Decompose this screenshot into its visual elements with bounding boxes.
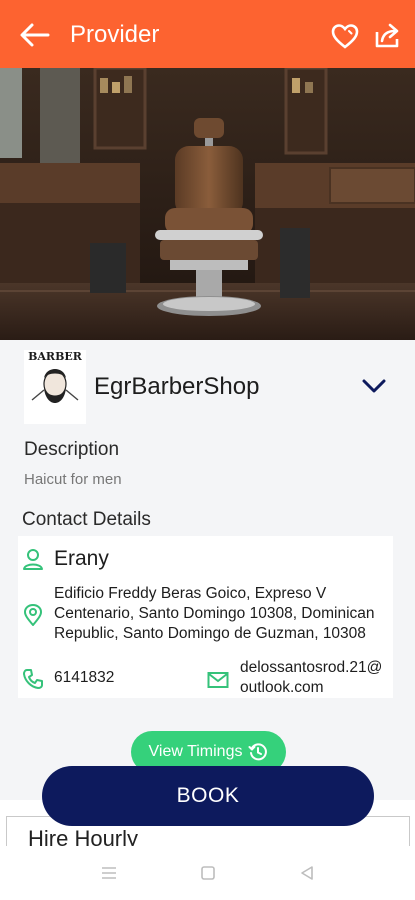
- shop-cover-image: [0, 68, 415, 340]
- person-icon: [23, 549, 43, 570]
- location-pin-icon: [23, 604, 43, 626]
- page-title: Provider: [70, 21, 160, 48]
- email-icon: [207, 672, 229, 688]
- heart-icon[interactable]: [330, 22, 360, 50]
- contact-address: Edificio Freddy Beras Goico, Expreso V C…: [54, 585, 375, 642]
- history-clock-icon: [248, 743, 268, 761]
- contact-email[interactable]: delossantosrod.21@outlook.com: [240, 658, 390, 698]
- triangle-back-icon[interactable]: [298, 864, 316, 882]
- chevron-down-icon[interactable]: [360, 374, 388, 398]
- logo-text: BARBER: [28, 350, 83, 363]
- contact-phone[interactable]: 6141832: [54, 668, 114, 688]
- menu-icon[interactable]: [100, 864, 118, 882]
- arrow-left-icon[interactable]: [18, 20, 50, 50]
- phone-icon: [23, 669, 43, 689]
- shop-logo: BARBER: [24, 350, 86, 424]
- barber-chair-photo: [0, 68, 415, 340]
- view-timings-label: View Timings: [148, 743, 243, 760]
- square-icon[interactable]: [199, 864, 217, 882]
- app-bar: Provider: [0, 0, 415, 68]
- share-icon[interactable]: [373, 22, 403, 50]
- contact-details-heading: Contact Details: [22, 509, 151, 530]
- contact-name: Erany: [54, 547, 109, 570]
- description-heading: Description: [24, 439, 120, 460]
- book-button[interactable]: BOOK: [42, 766, 374, 826]
- shop-name: EgrBarberShop: [94, 373, 260, 400]
- description-text: Haicut for men: [24, 471, 122, 488]
